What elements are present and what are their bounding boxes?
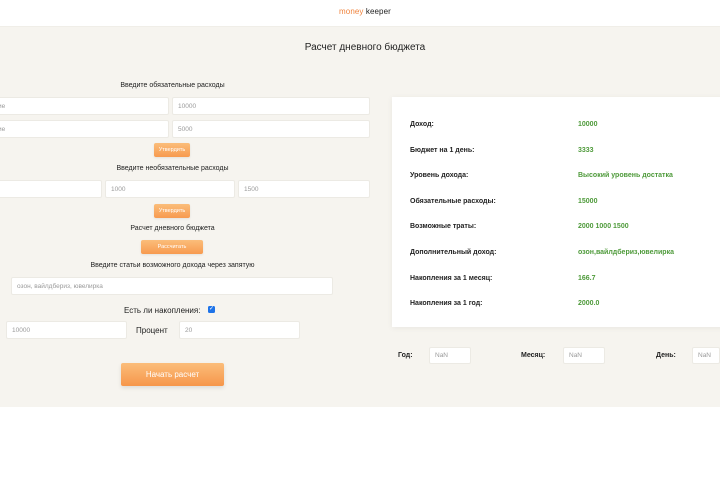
- percent-input[interactable]: 20: [179, 321, 300, 339]
- result-key-income: Доход:: [410, 121, 434, 128]
- result-value-possible-spending: 2000 1000 1500: [578, 223, 629, 230]
- month-label: Месяц:: [521, 352, 546, 359]
- logo-keeper: keeper: [363, 7, 391, 16]
- daily-budget-label: Расчет дневного бюджета: [130, 225, 215, 232]
- optional-expenses-label: Введите необязательные расходы: [116, 165, 229, 172]
- savings-amount-input[interactable]: 10000: [6, 321, 127, 339]
- result-value-daily-budget: 3333: [578, 147, 594, 154]
- optional-input-1[interactable]: [0, 180, 102, 198]
- mandatory-expenses-label: Введите обязательные расходы: [120, 82, 225, 89]
- result-value-savings-year: 2000.0: [578, 300, 600, 307]
- mandatory-name-input-2[interactable]: ие: [0, 120, 169, 138]
- result-value-mandatory: 15000: [578, 198, 598, 205]
- mandatory-name-input-1[interactable]: ие: [0, 97, 169, 115]
- start-calculation-button[interactable]: Начать расчет: [121, 363, 224, 386]
- result-value-income-level: Высокий уровень достатка: [578, 172, 673, 179]
- mandatory-amount-input-2[interactable]: 5000: [172, 120, 370, 138]
- result-value-savings-month: 166.7: [578, 275, 596, 282]
- day-label: День:: [656, 352, 676, 359]
- mandatory-confirm-button[interactable]: Утвердить: [154, 143, 190, 157]
- result-key-income-level: Уровень дохода:: [410, 172, 469, 179]
- optional-confirm-button[interactable]: Утвердить: [154, 204, 190, 218]
- result-key-possible-spending: Возможные траты:: [410, 223, 477, 230]
- result-key-savings-month: Накопления за 1 месяц:: [410, 275, 493, 282]
- optional-input-3[interactable]: 1500: [238, 180, 370, 198]
- year-input[interactable]: NaN: [429, 347, 471, 364]
- page-title: Расчет дневного бюджета: [304, 42, 426, 53]
- result-key-mandatory: Обязательные расходы:: [410, 198, 496, 205]
- logo-money: money: [339, 7, 364, 16]
- day-input[interactable]: NaN: [692, 347, 720, 364]
- month-input[interactable]: NaN: [563, 347, 605, 364]
- percent-label: Процент: [136, 326, 168, 335]
- result-key-savings-year: Накопления за 1 год:: [410, 300, 483, 307]
- calculate-button[interactable]: Рассчитать: [141, 240, 203, 254]
- income-items-input[interactable]: озон, вайлдбериз, ювелирка: [11, 277, 333, 295]
- result-key-extra-income: Дополнительный доход:: [410, 249, 497, 256]
- savings-label: Есть ли накопления:: [124, 306, 201, 315]
- logo[interactable]: money keeper: [339, 7, 391, 16]
- optional-input-2[interactable]: 1000: [105, 180, 235, 198]
- year-label: Год:: [398, 352, 413, 359]
- income-items-label: Введите статьи возможного дохода через з…: [90, 262, 255, 269]
- mandatory-amount-input-1[interactable]: 10000: [172, 97, 370, 115]
- top-bar: money keeper: [0, 0, 720, 27]
- result-value-income: 10000: [578, 121, 598, 128]
- results-card: [392, 97, 720, 327]
- savings-checkbox[interactable]: ✓: [208, 306, 215, 313]
- result-value-extra-income: озон,вайлдбериз,ювелирка: [578, 249, 674, 256]
- result-key-daily-budget: Бюджет на 1 день:: [410, 147, 475, 154]
